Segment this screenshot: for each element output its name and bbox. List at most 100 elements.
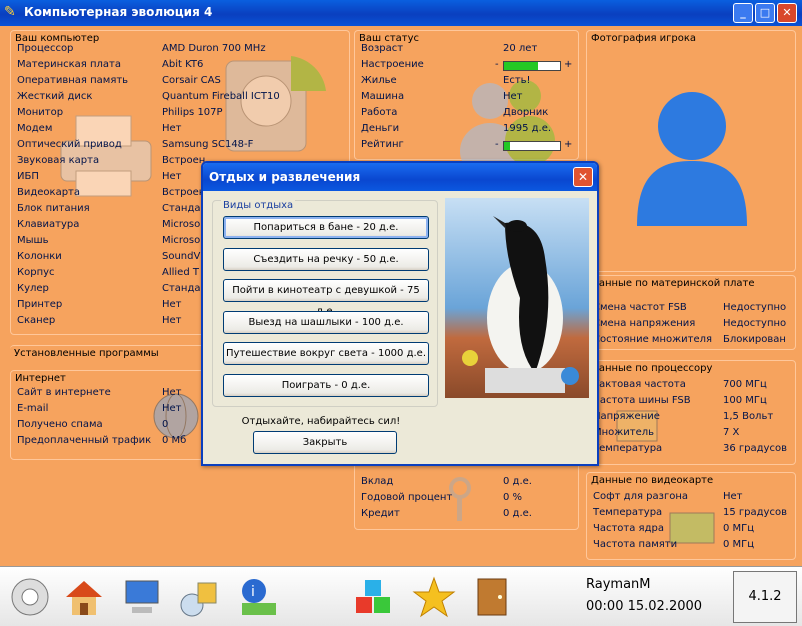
users-icon	[460, 80, 555, 171]
gpu-value: 0 МГц	[723, 539, 755, 550]
username: RaymanM	[586, 577, 651, 592]
cpu-label: Напряжение	[593, 411, 660, 422]
computer-icon[interactable]	[120, 575, 164, 619]
status-value: 1995 д.е.	[503, 123, 552, 134]
gpu-label: Температура	[593, 507, 663, 518]
computer-value: Нет	[162, 315, 182, 326]
motherboard-label: Смена частот FSB	[593, 302, 687, 313]
programs-panel-title: Установленные программы	[14, 348, 159, 359]
internet-label: E-mail	[17, 403, 49, 414]
computer-label: Оптический привод	[17, 139, 122, 150]
gpu-value: Нет	[723, 491, 743, 502]
status-value: Есть!	[503, 75, 531, 86]
computer-label: Звуковая карта	[17, 155, 100, 166]
svg-text:i: i	[251, 584, 255, 600]
window-title: Компьютерная эволюция 4	[24, 5, 213, 19]
rest-options-group: Виды отдыха Попариться в бане - 20 д.е. С…	[212, 200, 438, 407]
close-dialog-button[interactable]: Закрыть	[253, 431, 397, 454]
gpu-label: Частота памяти	[593, 539, 678, 550]
computer-value: Нет	[162, 123, 182, 134]
player-avatar-icon	[637, 92, 747, 226]
status-panel: Ваш статус Возраст 20 лет Настроение Жилье Е…	[354, 30, 579, 171]
rest-option-button[interactable]: Выезд на шашлыки - 100 д.е.	[223, 310, 429, 334]
gpu-label: Софт для разгона	[593, 491, 688, 502]
motherboard-panel-title: Данные по материнской плате	[591, 278, 755, 289]
motherboard-value: Недоступно	[723, 318, 787, 329]
bank-value: 0 %	[503, 492, 523, 503]
star-icon[interactable]	[412, 575, 456, 619]
globe-icon	[153, 393, 199, 439]
maximize-button[interactable]: □	[755, 3, 775, 23]
internet-value: 0 Мб	[162, 435, 187, 446]
internet-value: Нет	[162, 387, 182, 398]
rating-bar	[503, 141, 561, 151]
penguin-photo	[445, 198, 589, 398]
status-label: Деньги	[361, 123, 400, 134]
start-gear-icon[interactable]	[8, 575, 52, 619]
computer-value: Microso	[162, 235, 201, 246]
computer-value: Встроен	[162, 155, 206, 166]
internet-value: 0	[162, 419, 169, 430]
rest-option-button[interactable]: Поиграть - 0 д.е.	[223, 373, 429, 397]
motherboard-label: Смена напряжения	[593, 318, 696, 329]
status-label: Рейтинг	[361, 139, 404, 150]
gpu-panel: Данные по видеокарте Софт для разгона Нет…	[586, 472, 796, 560]
gpu-value: 15 градусов	[723, 507, 787, 518]
rest-message: Отдыхайте, набирайтесь сил!	[241, 416, 401, 427]
home-icon[interactable]	[62, 575, 106, 619]
status-label: Настроение	[361, 59, 424, 70]
rest-option-button[interactable]: Попариться в бане - 20 д.е.	[223, 216, 429, 239]
computer-value: Microso	[162, 219, 201, 230]
cpu-label: Тактовая частота	[593, 379, 686, 390]
computer-value: Corsair CAS	[162, 75, 221, 86]
internet-panel-title: Интернет	[15, 373, 66, 384]
status-value: 20 лет	[503, 43, 538, 54]
door-icon[interactable]	[470, 575, 514, 619]
bank-label: Годовой процент	[361, 492, 453, 503]
cpu-value: 36 градусов	[723, 443, 787, 454]
computer-label: Мышь	[17, 235, 49, 246]
internet-label: Предоплаченный трафик	[17, 435, 152, 446]
rating-plus: +	[564, 139, 573, 150]
close-window-button[interactable]: ✕	[777, 3, 797, 23]
player-photo-panel: Фотография игрока	[586, 30, 796, 272]
cpu-label: Температура	[593, 443, 663, 454]
gpu-label: Частота ядра	[593, 523, 664, 534]
mood-minus: -	[495, 59, 499, 70]
computer-label: Принтер	[17, 299, 63, 310]
cpu-panel-title: Данные по процессору	[591, 363, 713, 374]
game-clock: 00:00 15.02.2000	[586, 599, 703, 614]
info-icon[interactable]: i	[236, 575, 280, 619]
computer-label: Корпус	[17, 267, 55, 278]
blocks-icon[interactable]	[352, 575, 396, 619]
status-label: Работа	[361, 107, 398, 118]
minimize-button[interactable]: _	[733, 3, 753, 23]
penguin-image	[462, 216, 579, 393]
computer-value: Встроен	[162, 187, 206, 198]
motherboard-panel: Данные по материнской плате Смена частот…	[586, 275, 796, 350]
app-wrench-icon: ✎	[4, 4, 16, 20]
computer-label: Монитор	[17, 107, 64, 118]
computer-label: ИБП	[17, 171, 39, 182]
internet-label: Получено спама	[17, 419, 103, 430]
cpu-label: Частота шины FSB	[593, 395, 691, 406]
bank-value: 0 д.е.	[503, 476, 532, 487]
rest-option-button[interactable]: Пойти в кинотеатр с девушкой - 75 д.е.	[223, 279, 429, 317]
rest-options-title: Виды отдыха	[221, 200, 296, 211]
motherboard-value: Недоступно	[723, 302, 787, 313]
dialog-close-icon[interactable]: ✕	[573, 167, 593, 187]
status-label: Машина	[361, 91, 405, 102]
gpu-value: 0 МГц	[723, 523, 755, 534]
rest-option-button[interactable]: Съездить на речку - 50 д.е.	[223, 247, 429, 271]
rest-dialog: Отдых и развлечения ✕ Виды отдыха Попари…	[201, 161, 599, 466]
taskbar: i RaymanM 00:00 15.02.2000 4.1.2	[0, 566, 802, 626]
status-value: Нет	[503, 91, 523, 102]
computer-label: Жесткий диск	[17, 91, 93, 102]
computer-label: Модем	[17, 123, 53, 134]
computer-value: SoundV	[162, 251, 201, 262]
rest-option-button[interactable]: Путешествие вокруг света - 1000 д.е.	[223, 342, 429, 365]
software-box-icon[interactable]	[178, 575, 222, 619]
title-bar: ✎ Компьютерная эволюция 4 _ □ ✕	[0, 0, 802, 26]
main-window: ✎ Компьютерная эволюция 4 _ □ ✕ Ваш комп…	[0, 0, 802, 626]
dialog-title-bar: Отдых и развлечения ✕	[203, 163, 597, 191]
